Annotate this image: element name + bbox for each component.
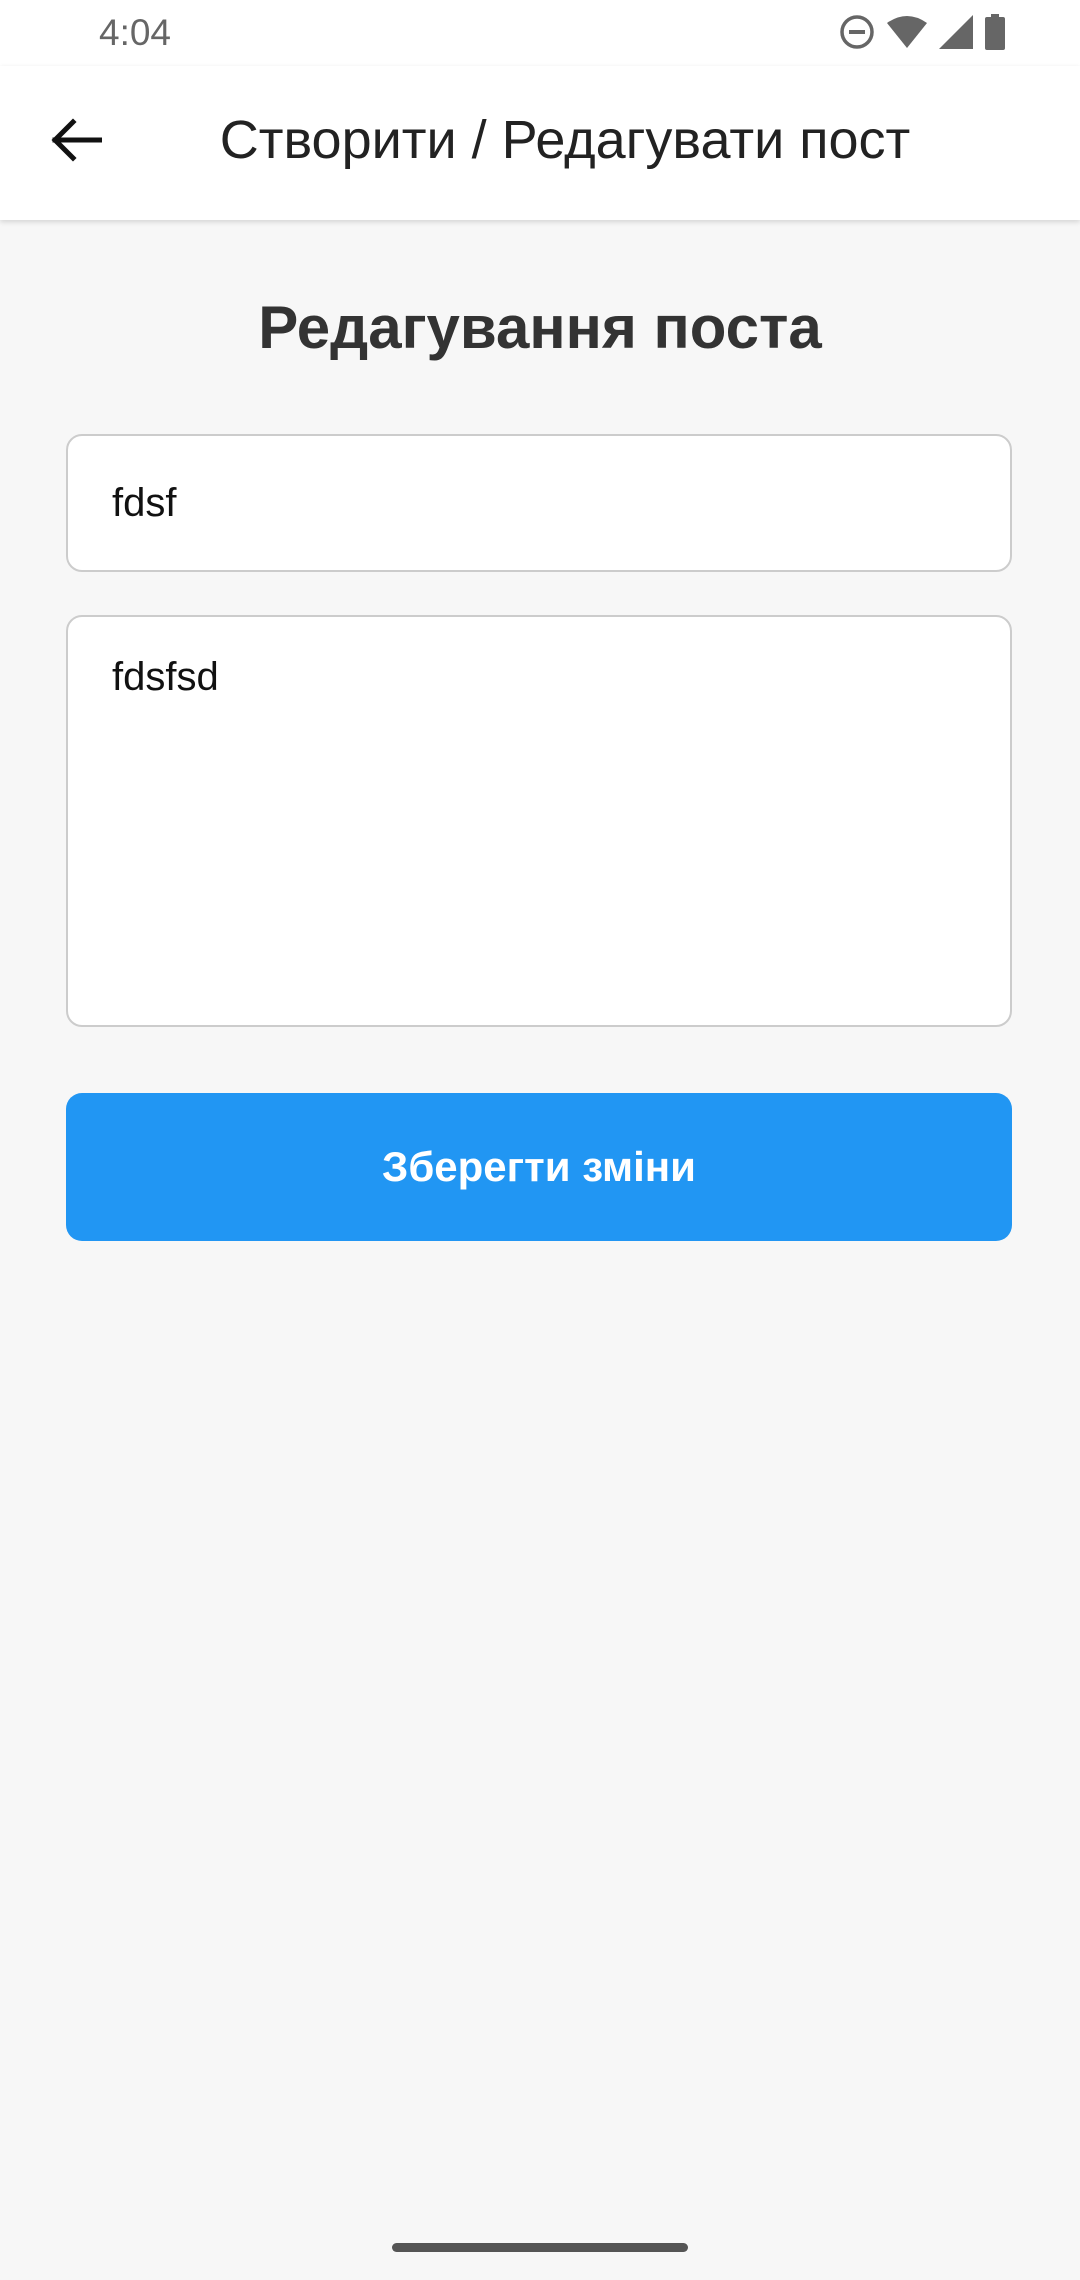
home-indicator[interactable] [392,2243,688,2252]
do-not-disturb-icon [838,13,876,56]
status-time: 4:04 [99,12,172,53]
app-bar: Створити / Редагувати пост [0,66,1080,220]
page-heading: Редагування поста [258,294,822,361]
save-changes-button[interactable]: Зберегти зміни [66,1093,1012,1241]
post-content-textarea[interactable]: fdsfsd [66,615,1012,1027]
status-bar: 4:04 [0,0,1080,66]
wifi-icon [886,15,928,54]
post-title-input[interactable] [66,434,1012,572]
cellular-signal-icon [938,14,974,55]
app-bar-title: Створити / Редагувати пост [219,110,911,170]
battery-icon [984,13,1006,55]
status-icons [838,13,1006,56]
